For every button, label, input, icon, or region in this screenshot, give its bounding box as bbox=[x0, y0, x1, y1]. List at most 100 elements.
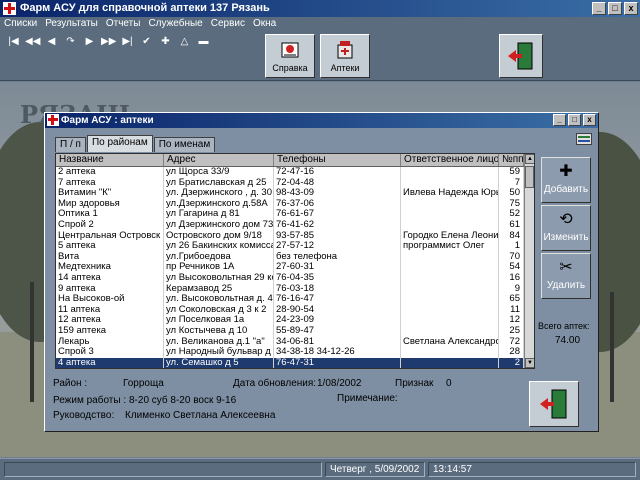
table-row[interactable]: На Высоков-ой ул. Высоковольтная д. 40 76-… bbox=[56, 294, 534, 305]
cell-contact bbox=[401, 294, 499, 305]
status-date: Четверг , 5/09/2002 bbox=[325, 462, 425, 477]
last-icon[interactable]: ▶| bbox=[120, 35, 135, 49]
check-icon[interactable]: ✔ bbox=[139, 35, 154, 49]
menu-lists[interactable]: Списки bbox=[4, 17, 37, 31]
exit-button[interactable] bbox=[499, 34, 543, 78]
cell-name: Медтехника bbox=[56, 262, 164, 273]
minus-icon[interactable]: ▬ bbox=[196, 35, 211, 49]
grid-options-icon[interactable] bbox=[576, 133, 592, 145]
close-button[interactable]: x bbox=[624, 2, 638, 15]
cell-phones: 76-61-67 bbox=[274, 209, 401, 220]
cell-phones: 24-23-09 bbox=[274, 315, 401, 326]
menu-service-tools[interactable]: Служебные bbox=[148, 17, 202, 31]
next-page-icon[interactable]: ▶▶ bbox=[101, 35, 116, 49]
tab-by-district[interactable]: По районам bbox=[86, 135, 153, 152]
tab-by-name[interactable]: По именам bbox=[153, 137, 216, 152]
table-row[interactable]: 14 аптека ул Высоковольтная 29 ко 76-04-35… bbox=[56, 272, 534, 284]
pharmacies-grid[interactable]: Название Адрес Телефоны Ответственное ли… bbox=[55, 153, 535, 369]
cell-phones: 76-47-31 bbox=[274, 357, 401, 368]
table-row[interactable]: 7 аптека ул Братиславская д 25 72-04-48 7 bbox=[56, 177, 534, 189]
edit-button[interactable]: ⟲ Изменить bbox=[541, 205, 591, 251]
table-row[interactable]: Оптика 1 ул Гагарина д 81 76-61-67 52 bbox=[56, 209, 534, 220]
prev-icon[interactable]: ◀ bbox=[44, 35, 59, 49]
cell-address: ул. Высоковольтная д. 40 bbox=[166, 294, 274, 305]
table-row[interactable]: 12 аптека ул Поселковая 1а 24-23-09 12 bbox=[56, 315, 534, 326]
manager-label: Руководство: bbox=[53, 410, 115, 421]
table-row[interactable]: 159 аптека ул Костычева д 10 55-89-47 25 bbox=[56, 325, 534, 337]
table-row[interactable]: 2 аптека ул Щорса 33/9 72-47-16 59 bbox=[56, 167, 534, 178]
cell-phones: 34-06-81 bbox=[274, 336, 401, 348]
cell-address: ул. Великанова д.1 "а" bbox=[164, 336, 274, 348]
table-row[interactable]: Лекарь ул. Великанова д.1 "а" 34-06-81 Свет… bbox=[56, 336, 534, 348]
maximize-button[interactable]: □ bbox=[608, 2, 622, 15]
col-contact-header[interactable]: Ответственное лицо bbox=[401, 154, 499, 166]
cell-name: Спрой 2 bbox=[56, 219, 164, 231]
col-name-header[interactable]: Название bbox=[56, 154, 164, 166]
next-icon[interactable]: ▶ bbox=[82, 35, 97, 49]
cell-contact bbox=[401, 251, 499, 263]
table-row[interactable]: 9 аптека Керамзавод 25 76-03-18 9 bbox=[56, 283, 534, 295]
prev-page-icon[interactable]: ◀◀ bbox=[25, 35, 40, 49]
child-maximize-button[interactable]: □ bbox=[568, 114, 581, 126]
minimize-button[interactable]: _ bbox=[592, 2, 606, 15]
status-panel-main bbox=[4, 462, 322, 477]
cell-name: Витамин "К" bbox=[56, 188, 164, 199]
cell-contact bbox=[401, 304, 499, 316]
tab-by-number[interactable]: П / п bbox=[55, 137, 86, 152]
cell-name: Центральная Островск bbox=[56, 230, 164, 242]
menu-windows[interactable]: Окна bbox=[253, 17, 276, 31]
scroll-down-arrow[interactable]: ▼ bbox=[525, 358, 534, 368]
cell-number: 61 bbox=[499, 219, 524, 231]
scroll-thumb[interactable] bbox=[525, 166, 534, 188]
col-address-header[interactable]: Адрес bbox=[164, 154, 274, 166]
table-row[interactable]: 4 аптека ул. Семашко д 5 76-47-31 2 bbox=[56, 357, 534, 368]
grid-body: 2 аптека ул Щорса 33/9 72-47-16 59 7 аптека у… bbox=[56, 167, 534, 368]
table-row[interactable]: Спрой 2 ул Дзержинского дом 73 76-41-62 61 bbox=[56, 219, 534, 231]
cell-name: 12 аптека bbox=[56, 315, 164, 326]
child-minimize-button[interactable]: _ bbox=[553, 114, 566, 126]
edit-refresh-icon: ⟲ bbox=[559, 211, 573, 228]
cell-number: 25 bbox=[499, 325, 524, 337]
table-row[interactable]: Витамин "К" ул. Дзержинского , д. 30 98-43… bbox=[56, 188, 534, 199]
cell-address: ул.Дзержинского д.58А bbox=[164, 198, 274, 210]
table-row[interactable]: Медтехника пр Речников 1А 27-60-31 54 bbox=[56, 262, 534, 273]
menu-reports[interactable]: Отчеты bbox=[106, 17, 141, 31]
add-button[interactable]: ✚ Добавить bbox=[541, 157, 591, 203]
col-number-header[interactable]: №пп bbox=[499, 154, 524, 166]
cell-phones: без телефона bbox=[274, 251, 401, 263]
table-row[interactable]: 11 аптека ул Соколовская д 3 к 2 28-90-54 1… bbox=[56, 304, 534, 316]
cell-address: ул Братиславская д 25 bbox=[164, 177, 274, 189]
cell-address: ул. Семашко д 5 bbox=[164, 357, 274, 368]
cell-phones: 76-03-18 bbox=[274, 283, 401, 295]
cell-number: 28 bbox=[499, 347, 524, 358]
cell-name: 2 аптека bbox=[56, 167, 164, 178]
table-row[interactable]: 5 аптека ул 26 Бакинских комисса 27-57-12 п… bbox=[56, 241, 534, 252]
grid-scrollbar[interactable]: ▲ ▼ bbox=[524, 154, 534, 368]
manager-value: Клименко Светлана Алексеевна bbox=[125, 410, 276, 421]
help-button[interactable]: Справка bbox=[265, 34, 315, 78]
table-row[interactable]: Центральная Островск Островского дом 9/18… bbox=[56, 230, 534, 242]
cell-contact bbox=[401, 177, 499, 189]
menu-results[interactable]: Результаты bbox=[45, 17, 98, 31]
window-exit-button[interactable] bbox=[529, 381, 579, 427]
child-close-button[interactable]: x bbox=[583, 114, 596, 126]
triangle-icon[interactable]: △ bbox=[177, 35, 192, 49]
total-value: 74.00 bbox=[555, 335, 581, 346]
pharmacies-window-title: Фарм АСУ : аптеки bbox=[61, 115, 154, 126]
table-row[interactable]: Спрой 3 ул Народный бульвар д 8 34-38-18 3… bbox=[56, 347, 534, 358]
cell-number: 70 bbox=[499, 251, 524, 263]
cell-contact bbox=[401, 209, 499, 220]
menu-service[interactable]: Сервис bbox=[211, 17, 245, 31]
table-row[interactable]: Вита ул.Грибоедова без телефона 70 bbox=[56, 251, 534, 263]
pharmacies-button[interactable]: Аптеки bbox=[320, 34, 370, 78]
table-row[interactable]: Мир здоровья ул.Дзержинского д.58А 76-37-0… bbox=[56, 198, 534, 210]
add-label: Добавить bbox=[543, 184, 589, 195]
cell-phones: 76-41-62 bbox=[274, 219, 401, 231]
delete-button[interactable]: ✂ Удалить bbox=[541, 253, 591, 299]
tab-strip: П / п По районам По именам bbox=[55, 135, 216, 152]
first-icon[interactable]: |◀ bbox=[6, 35, 21, 49]
scroll-up-arrow[interactable]: ▲ bbox=[525, 154, 534, 164]
col-phones-header[interactable]: Телефоны bbox=[274, 154, 401, 166]
refresh-icon[interactable]: ↷ bbox=[63, 35, 78, 49]
plus-icon[interactable]: ✚ bbox=[158, 35, 173, 49]
